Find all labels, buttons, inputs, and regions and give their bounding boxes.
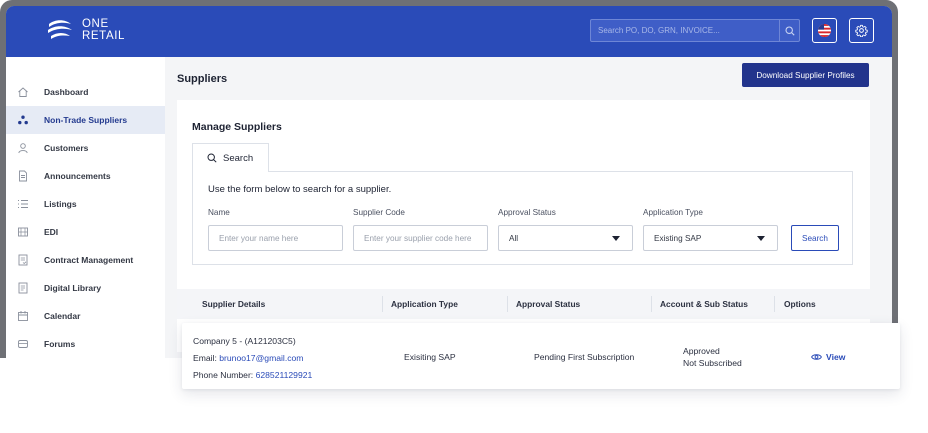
- library-icon: [18, 282, 28, 294]
- phone-label: Phone Number:: [193, 370, 256, 380]
- edi-icon: [18, 227, 28, 237]
- global-search: [590, 19, 800, 42]
- caret-down-icon: [757, 236, 765, 241]
- sidebar-item-label: Dashboard: [44, 87, 89, 97]
- language-button[interactable]: [812, 18, 837, 43]
- form-intro-text: Use the form below to search for a suppl…: [208, 184, 392, 195]
- sidebar-item-digital-library[interactable]: Digital Library: [6, 274, 165, 302]
- one-retail-logo[interactable]: ONE RETAIL: [47, 18, 125, 42]
- sidebar-item-announcements[interactable]: Announcements: [6, 162, 165, 190]
- user-icon: [18, 143, 28, 154]
- sidebar-item-label: Contract Management: [44, 255, 134, 265]
- card-title: Manage Suppliers: [192, 121, 282, 133]
- phone-link[interactable]: 628521129921: [256, 370, 313, 380]
- view-label: View: [826, 352, 846, 362]
- eye-icon: [811, 354, 822, 360]
- view-button[interactable]: View: [811, 352, 845, 362]
- sidebar-item-listings[interactable]: Listings: [6, 190, 165, 218]
- tab-search-label: Search: [223, 152, 254, 164]
- name-label: Name: [208, 208, 230, 217]
- name-input[interactable]: [208, 225, 343, 251]
- list-icon: [18, 200, 28, 208]
- sidebar-item-calendar[interactable]: Calendar: [6, 302, 165, 330]
- column-header-application-type: Application Type: [391, 299, 458, 309]
- gear-icon: [855, 24, 868, 37]
- sidebar-item-dashboard[interactable]: Dashboard: [6, 78, 165, 106]
- logo-swoosh-icon: [48, 20, 72, 39]
- search-button[interactable]: Search: [791, 225, 839, 251]
- search-icon: [207, 153, 217, 163]
- manage-suppliers-card: Manage Suppliers Search Use the form bel…: [177, 100, 870, 352]
- app-screen: ONE RETAIL Search PO, DO, GRN, INVOICE..…: [6, 6, 892, 358]
- sidebar-item-label: Calendar: [44, 311, 81, 321]
- email-link[interactable]: brunoo17@gmail.com: [219, 353, 303, 363]
- sidebar-item-label: Listings: [44, 199, 77, 209]
- settings-button[interactable]: [849, 18, 874, 43]
- sidebar-item-label: Non-Trade Suppliers: [44, 115, 128, 125]
- caret-down-icon: [612, 236, 620, 241]
- account-status-cell: Approved: [683, 346, 720, 356]
- company-name: Company 5 - (A121203C5): [193, 336, 296, 346]
- device-frame: ONE RETAIL Search PO, DO, GRN, INVOICE..…: [0, 0, 898, 358]
- sub-status-cell: Not Subscribed: [683, 358, 742, 368]
- supplier-code-label: Supplier Code: [353, 208, 405, 217]
- page-title: Suppliers: [177, 73, 228, 85]
- application-type-label: Application Type: [643, 208, 703, 217]
- sidebar-item-label: EDI: [44, 227, 59, 237]
- supplier-phone: Phone Number: 628521129921: [193, 370, 312, 380]
- supplier-email: Email: brunoo17@gmail.com: [193, 353, 303, 363]
- supplier-code-input[interactable]: [353, 225, 488, 251]
- logo-text-retail: RETAIL: [82, 30, 126, 42]
- us-flag-icon: [818, 24, 831, 37]
- search-icon: [784, 25, 795, 36]
- application-type-cell: Exisiting SAP: [404, 352, 456, 362]
- calendar-icon: [18, 311, 28, 321]
- approval-status-label: Approval Status: [498, 208, 556, 217]
- column-divider: [651, 296, 652, 312]
- email-label: Email:: [193, 353, 220, 363]
- global-search-input[interactable]: [591, 20, 779, 41]
- approval-status-select[interactable]: All: [498, 225, 633, 251]
- download-supplier-profiles-button[interactable]: Download Supplier Profiles: [742, 63, 869, 87]
- sidebar-item-customers[interactable]: Customers: [6, 134, 165, 162]
- top-header: ONE RETAIL: [6, 6, 892, 57]
- column-divider: [382, 296, 383, 312]
- column-divider: [774, 296, 775, 312]
- column-header-account-sub-status: Account & Sub Status: [660, 299, 748, 309]
- sidebar-item-label: Customers: [44, 143, 89, 153]
- sidebar-item-label: Announcements: [44, 171, 111, 181]
- logo-text-one: ONE: [82, 18, 109, 30]
- approval-status-value: All: [509, 234, 519, 243]
- sidebar-item-label: Digital Library: [44, 283, 102, 293]
- sidebar-item-label: Forums: [44, 339, 76, 349]
- column-header-approval-status: Approval Status: [516, 299, 581, 309]
- search-form-panel: Use the form below to search for a suppl…: [192, 171, 853, 265]
- application-type-value: Existing SAP: [654, 234, 702, 243]
- forum-icon: [18, 340, 28, 348]
- sidebar: Dashboard Non-Trade Suppliers Customers …: [6, 57, 165, 358]
- contract-icon: [18, 254, 28, 266]
- sidebar-item-non-trade-suppliers[interactable]: Non-Trade Suppliers: [6, 106, 165, 134]
- approval-status-cell: Pending First Subscription: [534, 352, 635, 362]
- column-header-supplier-details: Supplier Details: [202, 299, 266, 309]
- sidebar-item-forums[interactable]: Forums: [6, 330, 165, 358]
- global-search-button[interactable]: [779, 20, 799, 41]
- column-divider: [507, 296, 508, 312]
- sidebar-item-edi[interactable]: EDI: [6, 218, 165, 246]
- document-icon: [19, 170, 27, 182]
- tab-search[interactable]: Search: [192, 143, 269, 172]
- table-header: Supplier Details Application Type Approv…: [177, 289, 870, 319]
- table-row[interactable]: Company 5 - (A121203C5) Email: brunoo17@…: [182, 323, 900, 389]
- network-icon: [18, 115, 28, 125]
- home-icon: [18, 87, 28, 97]
- column-header-options: Options: [784, 299, 816, 309]
- application-type-select[interactable]: Existing SAP: [643, 225, 778, 251]
- sidebar-item-contract-management[interactable]: Contract Management: [6, 246, 165, 274]
